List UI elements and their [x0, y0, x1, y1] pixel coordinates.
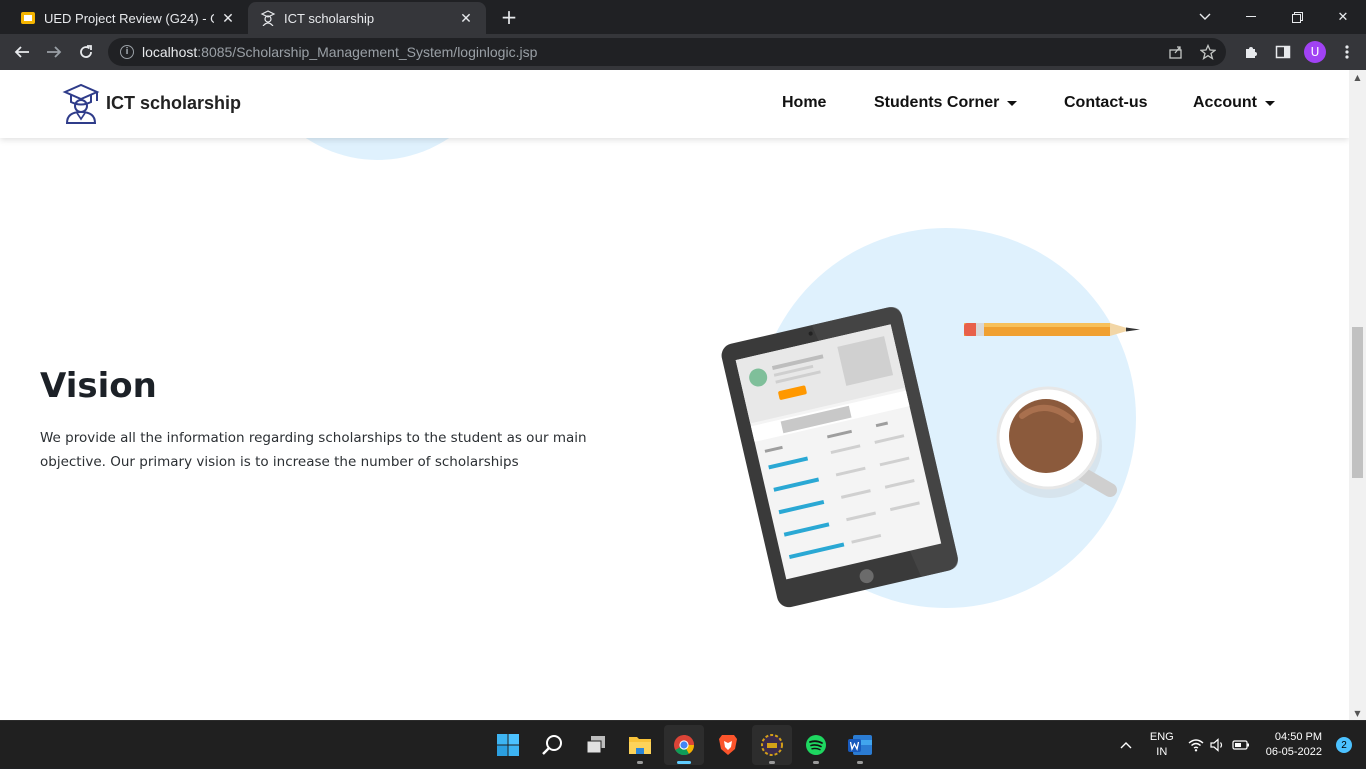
word-icon[interactable] — [840, 725, 880, 765]
tab-title: UED Project Review (G24) - Goog — [44, 10, 214, 26]
taskbar-apps — [488, 725, 880, 765]
minimize-icon[interactable] — [1228, 0, 1274, 34]
language-indicator[interactable]: ENG IN — [1150, 730, 1174, 760]
page-viewport: ICT scholarship Home Students Corner Con… — [0, 70, 1366, 720]
page-scrollbar[interactable]: ▲ ▼ — [1349, 70, 1366, 720]
windows-taskbar: ENG IN 04:50 PM 06-05-2022 2 — [0, 720, 1366, 768]
toolbar-right: U — [1240, 38, 1358, 66]
volume-icon — [1210, 738, 1222, 752]
graduate-icon — [260, 10, 276, 26]
search-icon[interactable] — [532, 725, 572, 765]
nav-students-corner[interactable]: Students Corner — [874, 94, 1018, 112]
region-code: IN — [1156, 746, 1168, 758]
brand-name: ICT scholarship — [106, 92, 242, 113]
browser-toolbar: i localhost:8085/Scholarship_Management_… — [0, 34, 1366, 70]
profile-avatar[interactable]: U — [1304, 41, 1326, 63]
browser-tab-strip: UED Project Review (G24) - Goog ✕ ICT sc… — [0, 0, 1366, 34]
active-indicator — [677, 761, 691, 764]
nav-account[interactable]: Account — [1193, 94, 1275, 112]
url-host: localhost — [142, 44, 198, 60]
scroll-up-arrow-icon[interactable]: ▲ — [1349, 70, 1366, 84]
scholarship-page: ICT scholarship Home Students Corner Con… — [0, 70, 1349, 720]
forward-icon[interactable] — [40, 38, 68, 66]
nav-account-label: Account — [1193, 94, 1257, 111]
running-indicator — [637, 761, 643, 764]
running-indicator — [813, 761, 819, 764]
clock-date: 06-05-2022 — [1265, 746, 1322, 758]
vision-heading: Vision — [40, 366, 157, 406]
vision-description: We provide all the information regarding… — [40, 430, 587, 470]
task-view-icon[interactable] — [576, 725, 616, 765]
window-controls: ✕ — [1182, 0, 1366, 34]
close-tab-icon[interactable]: ✕ — [220, 10, 236, 26]
tab-title: ICT scholarship — [284, 10, 375, 26]
pencil-icon — [964, 323, 1140, 336]
reload-icon[interactable] — [72, 38, 100, 66]
site-navbar: ICT scholarship Home Students Corner Con… — [0, 70, 1349, 138]
extensions-puzzle-icon[interactable] — [1240, 41, 1262, 63]
graduate-logo-icon — [62, 83, 100, 124]
running-indicator — [769, 761, 775, 764]
tablet-coffee-illustration — [721, 228, 1140, 608]
nav-contact-us[interactable]: Contact-us — [1064, 94, 1148, 112]
caret-down-icon — [1265, 100, 1275, 106]
google-slides-icon — [20, 10, 36, 26]
share-icon[interactable] — [1166, 42, 1186, 62]
notification-badge[interactable]: 2 — [1336, 737, 1352, 753]
start-icon[interactable] — [488, 725, 528, 765]
nav-home[interactable]: Home — [782, 94, 826, 112]
kebab-menu-icon[interactable] — [1336, 41, 1358, 63]
close-tab-icon[interactable]: ✕ — [458, 10, 474, 26]
back-icon[interactable] — [8, 38, 36, 66]
close-window-icon[interactable]: ✕ — [1320, 0, 1366, 34]
brave-icon[interactable] — [708, 725, 748, 765]
language-code: ENG — [1149, 731, 1174, 743]
clock[interactable]: 04:50 PM 06-05-2022 — [1266, 730, 1322, 760]
clock-time: 04:50 PM — [1274, 731, 1322, 743]
address-bar[interactable]: i localhost:8085/Scholarship_Management_… — [108, 38, 1226, 66]
omnibox-actions — [1166, 42, 1218, 62]
scroll-down-arrow-icon[interactable]: ▼ — [1349, 706, 1366, 720]
system-tray: ENG IN 04:50 PM 06-05-2022 2 — [1116, 721, 1366, 769]
app-icon[interactable] — [752, 725, 792, 765]
restore-icon[interactable] — [1274, 0, 1320, 34]
running-indicator — [857, 761, 863, 764]
brand-logo-link[interactable]: ICT scholarship — [62, 82, 241, 124]
bookmark-star-icon[interactable] — [1198, 42, 1218, 62]
scrollbar-thumb[interactable] — [1352, 327, 1363, 478]
file-explorer-icon[interactable] — [620, 725, 660, 765]
url-path: :8085/Scholarship_Management_System/logi… — [197, 44, 538, 60]
nav-students-corner-label: Students Corner — [874, 94, 1000, 111]
battery-icon — [1232, 740, 1249, 750]
show-hidden-icons-icon[interactable] — [1116, 738, 1136, 752]
tab-search-icon[interactable] — [1182, 0, 1228, 34]
spotify-icon[interactable] — [796, 725, 836, 765]
site-info-icon[interactable]: i — [120, 45, 134, 59]
tab-ued-project-review[interactable]: UED Project Review (G24) - Goog ✕ — [8, 2, 248, 34]
new-tab-button[interactable]: + — [498, 5, 520, 29]
chrome-icon[interactable] — [664, 725, 704, 765]
quick-settings[interactable] — [1188, 738, 1250, 752]
caret-down-icon — [1007, 100, 1018, 106]
side-panel-icon[interactable] — [1272, 41, 1294, 63]
tab-ict-scholarship[interactable]: ICT scholarship ✕ — [248, 2, 486, 34]
wifi-icon — [1188, 739, 1204, 752]
